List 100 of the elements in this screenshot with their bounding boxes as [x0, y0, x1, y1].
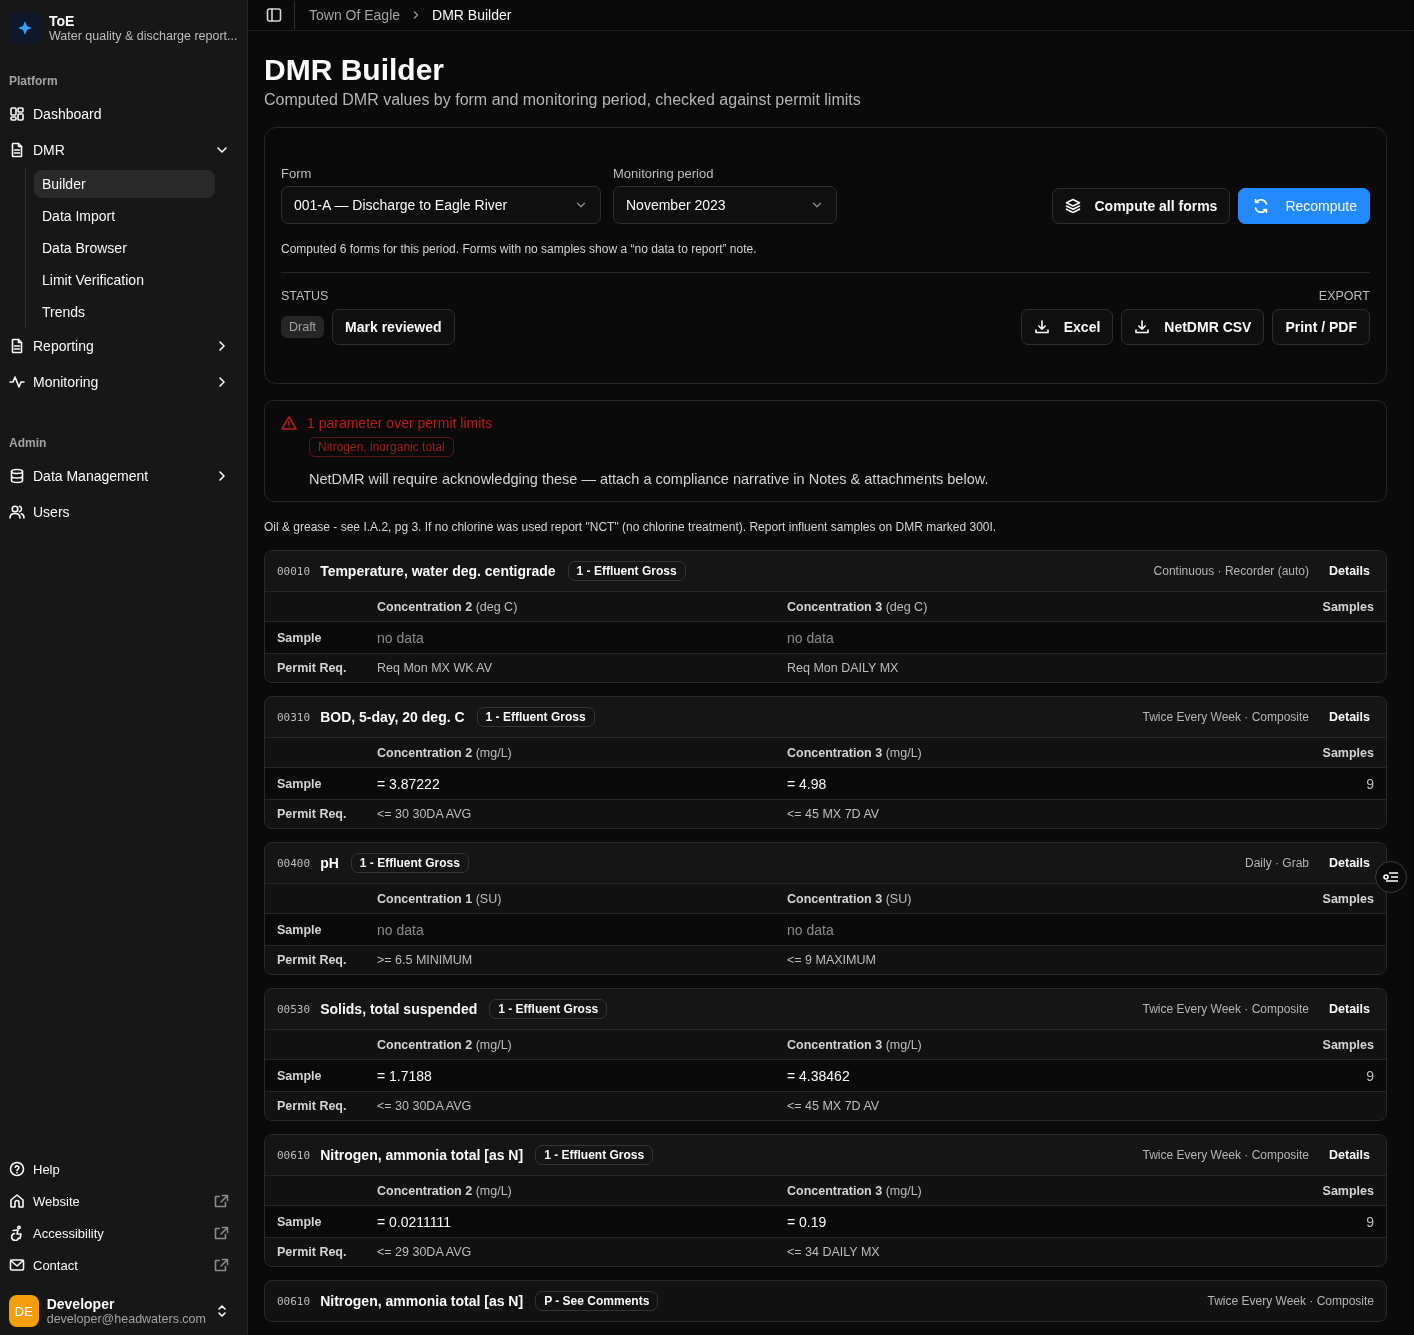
- nav-subitem[interactable]: Trends: [34, 298, 215, 326]
- users-icon: [9, 504, 25, 520]
- table-cell: = 1.7188: [377, 1067, 432, 1084]
- dropdown[interactable]: November 2023: [613, 186, 837, 224]
- column-header: Concentration 3 (mg/L): [787, 745, 922, 760]
- section-heading: STATUS: [281, 289, 330, 303]
- parameter-code: 00610: [277, 1148, 311, 1162]
- dropdown[interactable]: 001-A — Discharge to Eagle River: [281, 186, 601, 224]
- location-tag: 1 - Effluent Gross: [350, 853, 469, 873]
- table-cell: <= 45 MX 7D AV: [787, 1099, 880, 1113]
- alert-title: 1 parameter over permit limits: [307, 415, 493, 431]
- button[interactable]: NetDMR CSV: [1121, 309, 1265, 345]
- table-cell: no data: [787, 921, 834, 938]
- button[interactable]: Print / PDF: [1272, 309, 1370, 345]
- nav-item[interactable]: Monitoring: [8, 364, 239, 400]
- column-header: Concentration 3 (SU): [787, 891, 912, 906]
- app-logo-icon: [9, 12, 41, 44]
- details-button[interactable]: Details: [1321, 710, 1374, 724]
- page-title: DMR Builder: [264, 53, 445, 87]
- parameter-name: Temperature, water deg. centigrade: [320, 563, 556, 579]
- nav-subitem[interactable]: Data Import: [34, 202, 215, 230]
- activity-pulse-icon: [9, 374, 25, 390]
- table-cell: = 3.87222: [377, 775, 440, 792]
- row-label: Permit Req.: [277, 1099, 347, 1113]
- field-label: Monitoring period: [613, 166, 715, 181]
- footer-link[interactable]: Website: [8, 1185, 239, 1217]
- nav-item[interactable]: Dashboard: [8, 96, 239, 132]
- helper-text: Computed 6 forms for this period. Forms with no samples show a “no data to report” note.: [281, 242, 758, 256]
- database-icon: [9, 468, 25, 484]
- row-label: Sample: [277, 776, 322, 791]
- parameter-name: Solids, total suspended: [320, 1001, 478, 1017]
- footer-link[interactable]: Help: [8, 1153, 239, 1185]
- table-cell: <= 29 30DA AVG: [377, 1245, 472, 1259]
- home-icon: [9, 1193, 25, 1209]
- frequency-text: Twice Every Week · Composite: [1207, 1294, 1374, 1308]
- column-header: Samples: [1322, 745, 1374, 760]
- layers-icon: [1064, 198, 1081, 214]
- app-name: ToE: [49, 13, 76, 29]
- row-label: Permit Req.: [277, 1245, 347, 1259]
- details-button[interactable]: Details: [1321, 1002, 1374, 1016]
- table-cell: <= 30 30DA AVG: [377, 807, 472, 821]
- column-header: Samples: [1322, 1037, 1374, 1052]
- button[interactable]: Excel: [1020, 309, 1114, 345]
- help-icon: [9, 1161, 25, 1177]
- table-cell: = 0.19: [787, 1213, 827, 1230]
- table-cell: <= 34 DAILY MX: [787, 1245, 880, 1259]
- frequency-text: Twice Every Week · Composite: [1142, 1002, 1309, 1016]
- column-header: Concentration 3 (mg/L): [787, 1037, 922, 1052]
- table-cell: 9: [1366, 1067, 1374, 1084]
- document-icon: [9, 142, 25, 158]
- details-button[interactable]: Details: [1321, 1148, 1374, 1162]
- breadcrumb-link[interactable]: Town Of Eagle: [309, 7, 401, 23]
- accessibility-icon: [9, 1225, 25, 1241]
- row-label: Permit Req.: [277, 661, 347, 675]
- location-tag: P - See Comments: [535, 1291, 659, 1311]
- section-label: Platform: [8, 73, 59, 90]
- section-heading: EXPORT: [1318, 289, 1370, 303]
- nav-item[interactable]: Data Management: [8, 458, 239, 494]
- nav-item[interactable]: Reporting: [8, 328, 239, 364]
- document-icon: [9, 338, 25, 354]
- column-header: Concentration 2 (mg/L): [377, 1037, 512, 1052]
- button[interactable]: Mark reviewed: [332, 309, 455, 345]
- column-header: Samples: [1322, 1183, 1374, 1198]
- column-header: Concentration 2 (mg/L): [377, 745, 512, 760]
- details-button[interactable]: Details: [1321, 856, 1374, 870]
- button[interactable]: Compute all forms: [1051, 188, 1231, 224]
- nav-item[interactable]: Users: [8, 494, 239, 530]
- user-name: Developer: [46, 1296, 116, 1312]
- parameter-code: 00610: [277, 1294, 311, 1308]
- table-cell: Req Mon DAILY MX: [787, 661, 899, 675]
- column-header: Concentration 2 (mg/L): [377, 1183, 512, 1198]
- dashboard-grid-icon: [9, 106, 25, 122]
- parameter-code: 00400: [277, 856, 311, 870]
- parameter-name: BOD, 5-day, 20 deg. C: [320, 709, 465, 725]
- sidebar-toggle-icon: [266, 7, 282, 23]
- frequency-text: Twice Every Week · Composite: [1142, 710, 1309, 724]
- user-email: developer@headwaters.com: [46, 1312, 206, 1326]
- table-cell: 9: [1366, 775, 1374, 792]
- table-cell: = 4.98: [787, 775, 827, 792]
- row-label: Permit Req.: [277, 807, 347, 821]
- table-cell: no data: [377, 921, 424, 938]
- location-tag: 1 - Effluent Gross: [535, 1145, 654, 1165]
- page-subtitle: Computed DMR values by form and monitoring period, checked against permit limits: [264, 91, 862, 109]
- footer-link[interactable]: Accessibility: [8, 1217, 239, 1249]
- parameter-name: Nitrogen, ammonia total [as N]: [320, 1147, 524, 1163]
- status-badge: Draft: [281, 316, 325, 338]
- nav-subitem[interactable]: Data Browser: [34, 234, 215, 262]
- parameter-code: 00310: [277, 710, 311, 724]
- nav-subitem[interactable]: Builder: [34, 170, 215, 198]
- sidebar-toggle-button[interactable]: [264, 5, 284, 25]
- details-button[interactable]: Details: [1321, 564, 1374, 578]
- table-cell: >= 6.5 MINIMUM: [377, 953, 473, 967]
- nav-subitem[interactable]: Limit Verification: [34, 266, 215, 294]
- row-label: Sample: [277, 630, 322, 645]
- column-header: Samples: [1322, 599, 1374, 614]
- footer-link[interactable]: Contact: [8, 1249, 239, 1281]
- nav-item[interactable]: DMR: [8, 132, 239, 168]
- table-cell: <= 9 MAXIMUM: [787, 953, 876, 967]
- alert-message: NetDMR will require acknowledging these — attach a compliance narrative in Notes & attachments below.: [308, 471, 990, 487]
- section-label: Admin: [8, 435, 48, 452]
